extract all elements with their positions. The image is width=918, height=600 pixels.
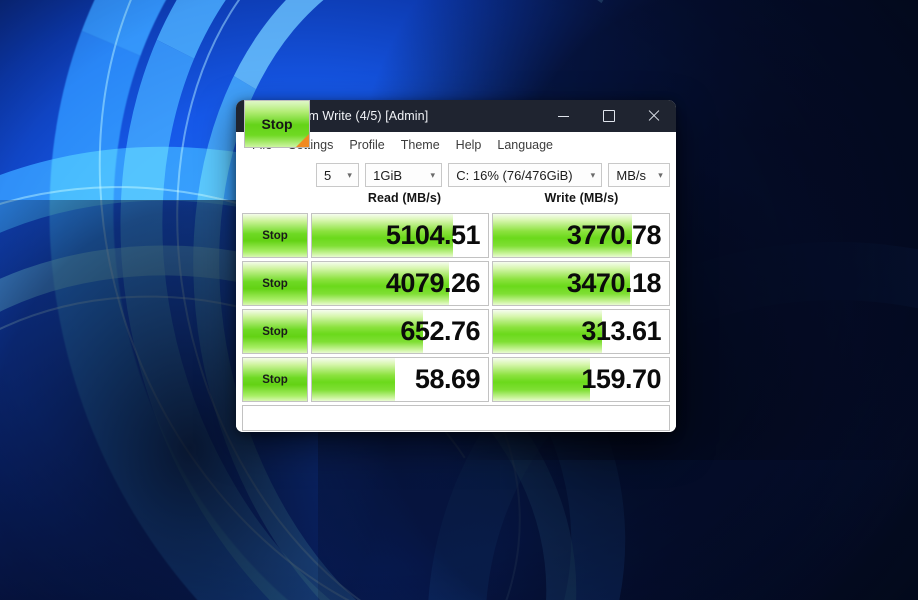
running-indicator-icon	[296, 134, 309, 147]
client-area: 5 ▾ 1GiB ▾ C: 16% (76/476GiB) ▾ MB/s ▾ S…	[236, 100, 676, 432]
column-header-read: Read (MB/s)	[367, 191, 442, 205]
write-value: 313.61	[581, 316, 661, 346]
read-value: 4079.26	[385, 268, 481, 298]
write-value: 3770.78	[566, 220, 662, 250]
read-meter: 4079.26	[311, 261, 489, 306]
table-row: Stop 58.69 159.70	[242, 357, 670, 402]
minimize-button[interactable]	[541, 100, 586, 132]
menu-item-help[interactable]: Help	[448, 135, 490, 155]
main-stop-button[interactable]: Stop	[244, 100, 310, 148]
menu-item-language[interactable]: Language	[489, 135, 561, 155]
menu-item-profile[interactable]: Profile	[341, 135, 392, 155]
table-row: Stop 5104.51 3770.78	[242, 213, 670, 258]
close-icon	[648, 110, 660, 122]
row-stop-button[interactable]: Stop	[242, 357, 308, 402]
status-bar	[242, 405, 670, 431]
desktop: Random Write (4/5) [Admin] File Settings…	[0, 0, 918, 600]
maximize-icon	[602, 110, 615, 122]
crystaldiskmark-window: Random Write (4/5) [Admin] File Settings…	[236, 100, 676, 432]
read-value: 652.76	[400, 316, 480, 346]
write-value: 3470.18	[566, 268, 662, 298]
write-meter: 3770.78	[492, 213, 670, 258]
test-count-value: 5	[324, 167, 332, 183]
main-stop-label: Stop	[261, 116, 293, 132]
unit-value: MB/s	[616, 167, 646, 183]
window-controls	[541, 100, 676, 132]
close-button[interactable]	[631, 100, 676, 132]
chevron-down-icon: ▾	[430, 169, 436, 180]
write-meter: 159.70	[492, 357, 670, 402]
menu-item-theme[interactable]: Theme	[393, 135, 448, 155]
read-meter: 652.76	[311, 309, 489, 354]
row-stop-button[interactable]: Stop	[242, 309, 308, 354]
chevron-down-icon: ▾	[658, 169, 663, 180]
table-row: Stop 652.76 313.61	[242, 309, 670, 354]
read-meter: 5104.51	[311, 213, 489, 258]
chevron-down-icon: ▾	[590, 169, 596, 180]
target-drive-value: C: 16% (76/476GiB)	[456, 167, 573, 183]
write-value: 159.70	[581, 364, 661, 394]
test-size-dropdown[interactable]: 1GiB ▾	[365, 163, 443, 187]
write-meter: 313.61	[492, 309, 670, 354]
unit-dropdown[interactable]: MB/s ▾	[608, 163, 670, 187]
results-table: Stop 5104.51 3770.78 Stop 4079.26 3470.1…	[242, 213, 670, 402]
row-stop-label: Stop	[262, 373, 288, 386]
table-row: Stop 4079.26 3470.18	[242, 261, 670, 306]
row-stop-label: Stop	[262, 229, 288, 242]
read-value: 5104.51	[385, 220, 481, 250]
row-stop-label: Stop	[262, 325, 288, 338]
target-drive-dropdown[interactable]: C: 16% (76/476GiB) ▾	[448, 163, 603, 187]
read-meter: 58.69	[311, 357, 489, 402]
read-meter-fill	[312, 358, 395, 401]
write-meter-fill	[493, 358, 590, 401]
row-stop-label: Stop	[262, 277, 288, 290]
minimize-icon	[558, 115, 569, 117]
read-value: 58.69	[414, 364, 481, 394]
test-size-value: 1GiB	[373, 167, 403, 183]
test-count-dropdown[interactable]: 5 ▾	[316, 163, 360, 187]
toolbar: 5 ▾ 1GiB ▾ C: 16% (76/476GiB) ▾ MB/s ▾	[242, 163, 670, 189]
write-meter: 3470.18	[492, 261, 670, 306]
row-stop-button[interactable]: Stop	[242, 213, 308, 258]
column-headers: Read (MB/s) Write (MB/s)	[316, 191, 670, 211]
row-stop-button[interactable]: Stop	[242, 261, 308, 306]
column-header-write: Write (MB/s)	[544, 191, 619, 205]
chevron-down-icon: ▾	[347, 169, 352, 180]
maximize-button[interactable]	[586, 100, 631, 132]
